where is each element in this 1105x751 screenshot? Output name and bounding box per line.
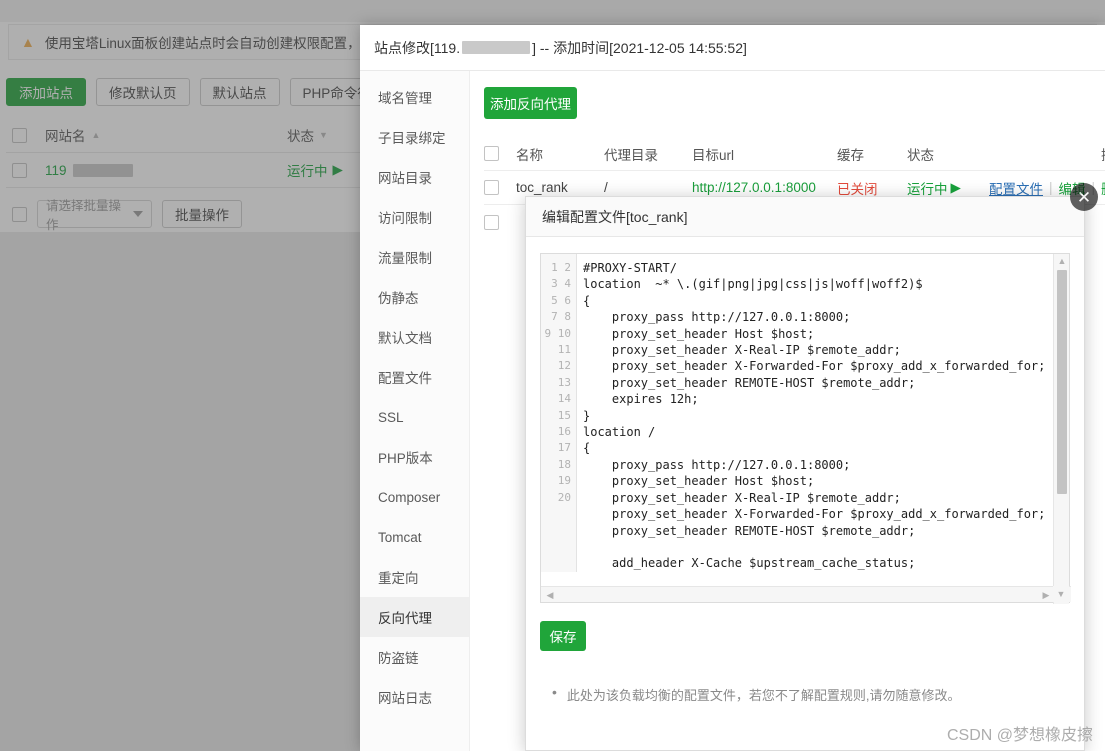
sidebar-item-default-doc[interactable]: 默认文档 [360,317,469,357]
play-icon[interactable]: ▶ [951,180,961,196]
column-header-target-url: 目标url [692,144,837,164]
column-header-proxy-status: 状态 [907,144,989,164]
select-all-checkbox[interactable] [12,128,27,143]
sidebar-item-access-limit[interactable]: 访问限制 [360,197,469,237]
sidebar-item-site-log[interactable]: 网站日志 [360,677,469,717]
sidebar-item-traffic-limit[interactable]: 流量限制 [360,237,469,277]
sidebar-item-composer[interactable]: Composer [360,477,469,517]
bulk-actions-bar: 请选择批量操作 批量操作 [6,200,242,228]
watermark: CSDN @梦想橡皮擦 [947,721,1093,745]
bulk-action-button[interactable]: 批量操作 [162,200,242,228]
column-header-operations: 操 [989,144,1105,164]
edit-config-modal: ✕ 编辑配置文件[toc_rank] 1 2 3 4 5 6 7 8 9 10 … [525,196,1085,751]
horizontal-scrollbar[interactable]: ◀ ▶ [541,586,1071,602]
code-text[interactable]: #PROXY-START/ location ~* \.(gif|png|jpg… [577,254,1045,572]
modal-body: 1 2 3 4 5 6 7 8 9 10 11 12 13 14 15 16 1… [526,237,1084,704]
config-file-link[interactable]: 配置文件 [989,178,1043,198]
add-reverse-proxy-button[interactable]: 添加反向代理 [484,87,577,119]
browser-top-strip [0,0,1105,22]
site-toolbar: 添加站点 修改默认页 默认站点 PHP命令行版本 [6,78,411,106]
dialog-header: 站点修改[119. ] -- 添加时间[2021-12-05 14:55:52] [360,25,1105,71]
sidebar-item-subdir-bind[interactable]: 子目录绑定 [360,117,469,157]
sidebar-item-php-version[interactable]: PHP版本 [360,437,469,477]
screen: ▲ 使用宝塔Linux面板创建站点时会自动创建权限配置，统一使用 添加站点 修改… [0,0,1105,751]
sidebar-item-anti-leech[interactable]: 防盗链 [360,637,469,677]
code-editor[interactable]: 1 2 3 4 5 6 7 8 9 10 11 12 13 14 15 16 1… [540,253,1070,603]
column-header-proxy-dir: 代理目录 [604,144,692,164]
dialog-sidebar: 域名管理 子目录绑定 网站目录 访问限制 流量限制 伪静态 默认文档 配置文件 … [360,71,470,751]
sidebar-item-config-file[interactable]: 配置文件 [360,357,469,397]
line-number-gutter: 1 2 3 4 5 6 7 8 9 10 11 12 13 14 15 16 1… [541,254,577,572]
play-icon[interactable]: ▶ [333,162,343,178]
proxy-status-cell: 运行中 ▶ [907,178,989,198]
delete-link[interactable]: 删 [1101,178,1105,198]
redaction-bar [462,41,530,54]
warning-triangle-icon: ▲ [21,35,35,49]
dialog-title: 站点修改[119. ] -- 添加时间[2021-12-05 14:55:52] [374,38,747,58]
proxy-select-all-checkbox[interactable] [484,146,499,161]
column-header-proxy-name: 名称 [516,144,604,164]
proxy-dir-cell: / [604,180,692,195]
divider: | [1049,180,1053,195]
proxy-row-checkbox[interactable] [484,215,499,230]
sidebar-item-ssl[interactable]: SSL [360,397,469,437]
sort-asc-icon: ▲ [92,130,101,140]
save-button[interactable]: 保存 [540,621,586,651]
proxy-name-cell: toc_rank [516,180,604,195]
modal-hint: • 此处为该负载均衡的配置文件，若您不了解配置规则,请勿随意修改。 [540,685,1070,704]
modal-hint-text: 此处为该负载均衡的配置文件，若您不了解配置规则,请勿随意修改。 [567,685,961,704]
row-checkbox[interactable] [12,163,27,178]
redaction-bar [73,164,133,177]
chevron-down-icon [133,211,143,217]
modify-default-page-button[interactable]: 修改默认页 [96,78,190,106]
column-header-cache: 缓存 [837,144,907,164]
modal-title: 编辑配置文件[toc_rank] [526,197,1084,237]
default-site-button[interactable]: 默认站点 [200,78,280,106]
site-name-cell[interactable]: 119 [27,163,287,178]
code-editor-viewport[interactable]: 1 2 3 4 5 6 7 8 9 10 11 12 13 14 15 16 1… [541,254,1069,602]
sort-desc-icon: ▼ [319,130,328,140]
code-editor-content[interactable]: 1 2 3 4 5 6 7 8 9 10 11 12 13 14 15 16 1… [541,254,1069,572]
sidebar-item-domain[interactable]: 域名管理 [360,77,469,117]
bulk-action-select[interactable]: 请选择批量操作 [37,200,152,228]
bullet-icon: • [552,685,557,700]
scroll-left-icon[interactable]: ◀ [543,587,557,603]
bulk-select-all-checkbox[interactable] [12,207,27,222]
scroll-right-icon[interactable]: ▶ [1039,587,1053,603]
sidebar-item-tomcat[interactable]: Tomcat [360,517,469,557]
sidebar-item-redirect[interactable]: 重定向 [360,557,469,597]
sidebar-item-reverse-proxy[interactable]: 反向代理 [360,597,469,637]
proxy-url-cell[interactable]: http://127.0.0.1:8000 [692,180,837,195]
add-site-button[interactable]: 添加站点 [6,78,86,106]
scroll-up-icon[interactable]: ▲ [1054,254,1070,268]
proxy-cache-cell: 已关闭 [837,178,907,198]
close-icon[interactable]: ✕ [1070,183,1098,211]
vertical-scrollbar[interactable]: ▲ ▼ [1053,254,1069,604]
column-header-site-name[interactable]: 网站名 ▲ [27,125,287,145]
proxy-table-header: 名称 代理目录 目标url 缓存 状态 操 [484,137,1105,171]
scrollbar-corner-icon: ▼ [1053,586,1069,602]
vertical-scrollbar-thumb[interactable] [1057,270,1067,494]
sidebar-item-rewrite[interactable]: 伪静态 [360,277,469,317]
proxy-row-checkbox[interactable] [484,180,499,195]
sidebar-item-site-dir[interactable]: 网站目录 [360,157,469,197]
